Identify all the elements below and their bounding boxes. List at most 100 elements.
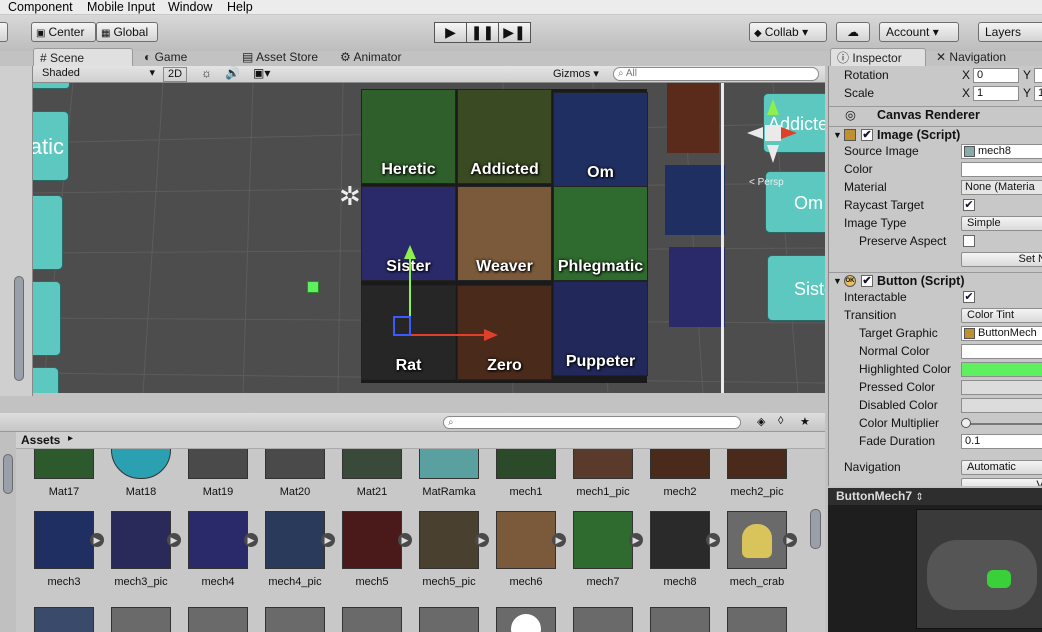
cloud-button[interactable]: ☁ <box>836 22 870 42</box>
expand-arrow-icon[interactable]: ▶ <box>398 533 412 547</box>
tab-animator[interactable]: ⚙ Animator <box>340 48 401 66</box>
canvas-renderer-header[interactable]: ◎ Canvas Renderer <box>829 106 1042 123</box>
menu-help[interactable]: Help <box>227 0 253 14</box>
filter-by-type-icon[interactable]: ◈ <box>757 415 765 428</box>
asset-item[interactable]: mech6 <box>491 511 561 588</box>
preview-header[interactable]: ButtonMech7 ⇕ <box>828 488 1042 505</box>
asset-thumbnail[interactable] <box>727 607 787 632</box>
grid-button-phlegmatic[interactable]: Phlegmatic <box>553 186 648 281</box>
project-tree-scrollbar[interactable] <box>3 454 13 494</box>
account-dropdown[interactable]: Account ▾ <box>879 22 959 42</box>
asset-item[interactable]: Mat18 <box>106 449 176 498</box>
expand-arrow-icon[interactable]: ▶ <box>244 533 258 547</box>
image-enabled-checkbox[interactable]: ✔ <box>861 129 873 141</box>
asset-item[interactable]: Mat20 <box>260 449 330 498</box>
rotation-x-field[interactable]: 0 <box>973 68 1019 83</box>
asset-item[interactable]: mech3_pic <box>106 511 176 588</box>
raycast-target-checkbox[interactable]: ✔ <box>963 199 975 211</box>
scale-x-field[interactable]: 1 <box>973 86 1019 101</box>
asset-thumbnail[interactable] <box>34 607 94 632</box>
filter-by-label-icon[interactable]: ◊ <box>778 415 783 427</box>
asset-item[interactable]: mech7 <box>568 511 638 588</box>
scene-view[interactable]: atic ✲ Heretic Addicted Om Sister Weaver… <box>33 83 825 393</box>
teal-button-fragment[interactable] <box>33 281 61 356</box>
rotation-y-field[interactable] <box>1034 68 1042 83</box>
asset-item[interactable]: mech4_pic <box>260 511 330 588</box>
button-script-header[interactable]: ▼ OK ✔ Button (Script) <box>829 272 1042 289</box>
move-gizmo[interactable] <box>388 241 508 341</box>
color-multiplier-slider[interactable] <box>963 423 1042 425</box>
tab-navigation[interactable]: ✕ Navigation <box>936 48 1006 66</box>
layers-dropdown[interactable]: Layers <box>978 22 1042 42</box>
preserve-aspect-checkbox[interactable] <box>963 235 975 247</box>
teal-button-sister[interactable]: Siste <box>767 255 825 321</box>
scene-search-input[interactable]: ⌕ All <box>613 67 819 81</box>
collab-dropdown[interactable]: ◆ Collab ▾ <box>749 22 827 42</box>
asset-thumbnail[interactable] <box>188 607 248 632</box>
teal-button-fragment[interactable] <box>33 195 63 270</box>
fade-duration-field[interactable]: 0.1 <box>961 434 1042 449</box>
lighting-toggle-icon[interactable]: ☼ <box>201 66 212 80</box>
target-graphic-field[interactable]: ButtonMech <box>961 326 1042 341</box>
2d-toggle[interactable]: 2D <box>163 67 187 82</box>
asset-thumbnail[interactable] <box>419 607 479 632</box>
assets-scrollbar[interactable] <box>810 509 821 549</box>
tab-game[interactable]: ◐ Game <box>144 48 187 66</box>
asset-item[interactable]: Mat19 <box>183 449 253 498</box>
hierarchy-scrollbar[interactable] <box>14 276 24 381</box>
tab-scene[interactable]: # Scene <box>33 48 133 66</box>
asset-item[interactable]: mech4 <box>183 511 253 588</box>
effects-toggle-icon[interactable]: ▣▾ <box>253 66 270 80</box>
favorites-star-icon[interactable]: ★ <box>800 415 810 428</box>
expand-arrow-icon[interactable]: ▶ <box>167 533 181 547</box>
asset-item[interactable]: mech_crab <box>722 511 792 588</box>
asset-thumbnail[interactable] <box>342 607 402 632</box>
normal-color-swatch[interactable] <box>961 344 1042 359</box>
pause-button[interactable]: ❚❚ <box>466 22 499 43</box>
asset-item[interactable]: Mat21 <box>337 449 407 498</box>
expand-arrow-icon[interactable]: ▶ <box>321 533 335 547</box>
play-button[interactable]: ▶ <box>434 22 467 43</box>
asset-thumbnail[interactable] <box>111 607 171 632</box>
menu-mobile-input[interactable]: Mobile Input <box>87 0 155 14</box>
set-native-size-button[interactable]: Set N <box>961 252 1042 267</box>
transition-dropdown[interactable]: Color Tint <box>961 308 1042 323</box>
asset-thumbnail[interactable] <box>650 607 710 632</box>
image-script-header[interactable]: ▼ ✔ Image (Script) <box>829 126 1042 143</box>
interactable-checkbox[interactable]: ✔ <box>963 291 975 303</box>
asset-thumbnail[interactable] <box>573 607 633 632</box>
scale-y-field[interactable]: 1 <box>1034 86 1042 101</box>
navigation-dropdown[interactable]: Automatic <box>961 460 1042 475</box>
asset-thumbnail[interactable] <box>496 607 556 632</box>
global-button[interactable]: ▦ Global <box>96 22 158 42</box>
menu-window[interactable]: Window <box>168 0 212 14</box>
expand-arrow-icon[interactable]: ▶ <box>90 533 104 547</box>
grid-button-om[interactable]: Om <box>553 92 648 187</box>
expand-arrow-icon[interactable]: ▶ <box>706 533 720 547</box>
highlighted-color-swatch[interactable] <box>961 362 1042 377</box>
asset-item[interactable]: mech1 <box>491 449 561 498</box>
grid-button-addicted[interactable]: Addicted <box>457 89 552 184</box>
canvas-anchor-marker[interactable] <box>307 281 319 293</box>
orientation-gizmo-icon[interactable] <box>743 93 803 163</box>
visualize-button[interactable]: Vi <box>961 478 1042 486</box>
persp-label[interactable]: < Persp <box>749 177 784 188</box>
grid-button-heretic[interactable]: Heretic <box>361 89 456 184</box>
asset-item[interactable]: mech2_pic <box>722 449 792 498</box>
light-gizmo-icon[interactable]: ✲ <box>339 183 361 209</box>
shading-mode-dropdown[interactable]: Shaded ▾ <box>37 67 157 82</box>
rect-tool-button[interactable] <box>0 22 8 42</box>
asset-item[interactable]: mech1_pic <box>568 449 638 498</box>
asset-item[interactable]: MatRamka <box>414 449 484 498</box>
expand-arrow-icon[interactable]: ▶ <box>629 533 643 547</box>
expand-arrow-icon[interactable]: ▶ <box>783 533 797 547</box>
image-type-dropdown[interactable]: Simple <box>961 216 1042 231</box>
color-field[interactable] <box>961 162 1042 177</box>
breadcrumb-assets[interactable]: Assets <box>21 433 60 447</box>
slider-thumb[interactable] <box>961 418 971 428</box>
expand-arrow-icon[interactable]: ▶ <box>552 533 566 547</box>
asset-item[interactable]: mech8 <box>645 511 715 588</box>
pressed-color-swatch[interactable] <box>961 380 1042 395</box>
menu-component[interactable]: Component <box>8 0 73 14</box>
asset-item[interactable]: mech5 <box>337 511 407 588</box>
